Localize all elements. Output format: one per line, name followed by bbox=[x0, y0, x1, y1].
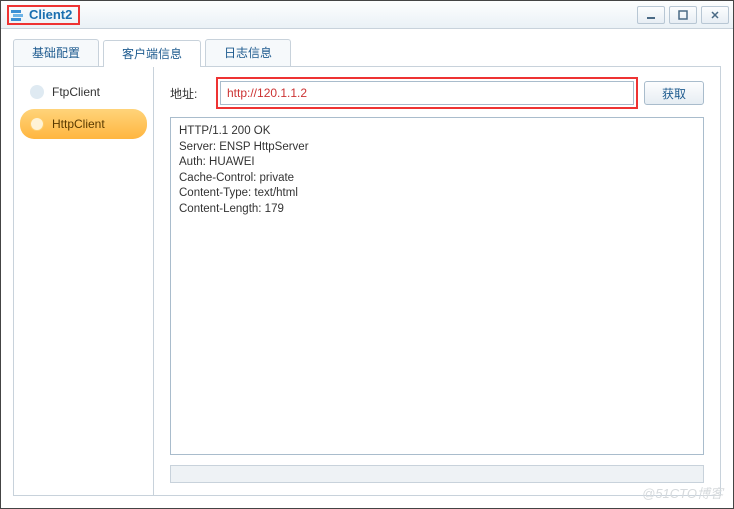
tab-basic-config[interactable]: 基础配置 bbox=[13, 39, 99, 66]
response-output[interactable]: HTTP/1.1 200 OK Server: ENSP HttpServer … bbox=[170, 117, 704, 455]
progress-bar bbox=[170, 465, 704, 483]
sidebar-item-ftpclient[interactable]: FtpClient bbox=[20, 77, 147, 107]
window-controls bbox=[637, 6, 729, 24]
app-icon bbox=[9, 7, 25, 23]
main-panel: 地址: 获取 HTTP/1.1 200 OK Server: ENSP Http… bbox=[154, 67, 720, 495]
sidebar-item-httpclient[interactable]: HttpClient bbox=[20, 109, 147, 139]
address-label: 地址: bbox=[170, 85, 210, 102]
address-input[interactable] bbox=[220, 81, 634, 105]
titlebar: Client2 bbox=[1, 1, 733, 29]
title-highlight-box: Client2 bbox=[7, 5, 80, 25]
window-title: Client2 bbox=[29, 7, 72, 22]
sidebar-item-label: HttpClient bbox=[52, 117, 105, 131]
close-button[interactable] bbox=[701, 6, 729, 24]
tab-log-info[interactable]: 日志信息 bbox=[205, 39, 291, 66]
sidebar-item-label: FtpClient bbox=[52, 85, 100, 99]
tab-client-info[interactable]: 客户端信息 bbox=[103, 40, 201, 67]
tab-bar: 基础配置 客户端信息 日志信息 bbox=[13, 39, 721, 67]
client-status-dot bbox=[30, 85, 44, 99]
fetch-button[interactable]: 获取 bbox=[644, 81, 704, 105]
maximize-button[interactable] bbox=[669, 6, 697, 24]
client-status-dot bbox=[30, 117, 44, 131]
sidebar: FtpClient HttpClient bbox=[14, 67, 154, 495]
minimize-button[interactable] bbox=[637, 6, 665, 24]
